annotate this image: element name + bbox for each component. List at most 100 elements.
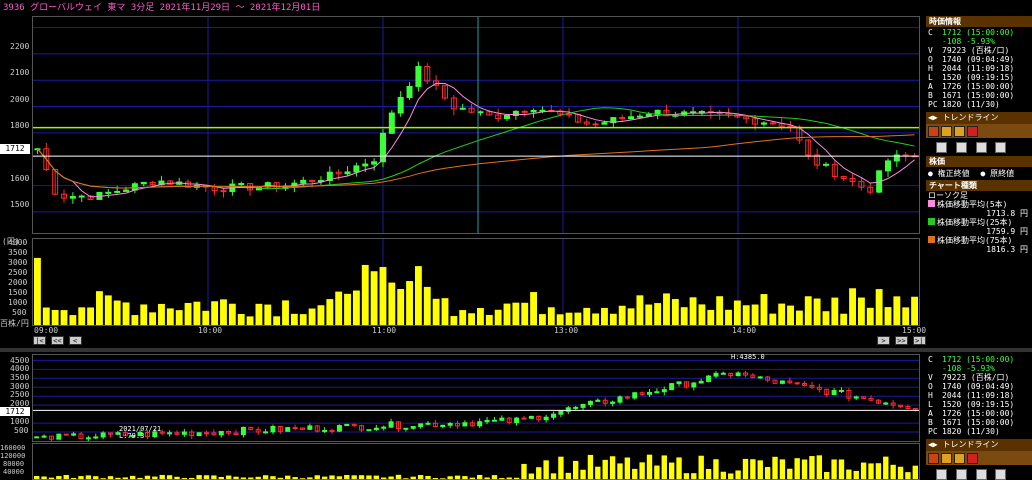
lt-candle-body: [329, 429, 335, 432]
lt-candle-body: [34, 436, 40, 439]
candle-body: [78, 195, 85, 198]
lt-volume-bar: [329, 475, 335, 479]
volume-bar: [477, 307, 484, 325]
volume-bar: [113, 300, 121, 325]
volume-bar: [459, 310, 467, 325]
lt-volume-bar: [558, 456, 564, 479]
volume-bar: [158, 303, 165, 325]
longterm-y-axis: 4500 4000 3500 3000 2500 2000 1712 1000 …: [0, 354, 30, 442]
ma5-row[interactable]: 株価移動平均(5本): [928, 200, 1032, 209]
nav-last-button[interactable]: >|: [912, 336, 926, 345]
trendline2-parallel-icon[interactable]: [941, 452, 952, 464]
lt-candle-body: [551, 413, 557, 418]
y-tick-2200: 2200: [10, 42, 30, 51]
trendline2-fib-icon[interactable]: [954, 452, 965, 464]
lt-candle-body: [263, 431, 269, 434]
lt-volume-bar: [270, 476, 276, 479]
lt-volume-bar: [277, 477, 284, 479]
radio-original[interactable]: ● 原終値: [980, 169, 1014, 178]
volume-chart-svg: [34, 239, 918, 325]
candle-body: [459, 107, 466, 110]
lt-volume-bar: [336, 476, 343, 479]
candle-body: [521, 110, 528, 113]
clear2-tool-icon[interactable]: [995, 469, 1007, 480]
lt-candle-body: [410, 426, 416, 429]
candle-label[interactable]: ローソク足: [926, 191, 1032, 200]
nav-prev-page-button[interactable]: <<: [50, 336, 64, 345]
pane-splitter[interactable]: [0, 348, 1032, 352]
nav-next-page-button[interactable]: >>: [894, 336, 908, 345]
longterm-volume-chart[interactable]: [32, 443, 920, 480]
volume-bar: [822, 311, 830, 325]
lt-volume-bar: [735, 470, 741, 479]
volume-bar: [866, 307, 874, 325]
lt-candle-body: [285, 427, 291, 432]
lt-candle-body: [595, 399, 601, 402]
trendline-fib-icon[interactable]: [954, 125, 965, 137]
lt-volume-bar: [595, 466, 601, 479]
volume-bar: [122, 302, 130, 325]
candle-body: [601, 122, 608, 125]
lt-candle-body: [100, 432, 106, 438]
cursor-tool-icon[interactable]: [936, 142, 947, 153]
ma75-row[interactable]: 株価移動平均(75本): [928, 236, 1032, 245]
volume-bar: [645, 304, 653, 325]
cursor2-tool-icon[interactable]: [936, 469, 947, 480]
edit2-tool-icon[interactable]: [975, 469, 987, 480]
trendline-header[interactable]: ◀▶ トレンドライン: [926, 112, 1032, 124]
lt-volume-bar: [454, 475, 461, 479]
ltv-tick-160000: 160000: [0, 444, 26, 452]
lt-volume-bar: [189, 477, 195, 479]
lt-candle-body: [425, 422, 431, 425]
lt-candle-body: [477, 421, 483, 427]
lt-volume-bar: [602, 459, 608, 479]
trendline2-delete-icon[interactable]: [967, 452, 978, 464]
y-tick-1500: 1500: [10, 200, 30, 209]
price-chart[interactable]: [32, 16, 920, 234]
save2-tool-icon[interactable]: [955, 469, 967, 480]
trendline-delete-icon[interactable]: [967, 125, 978, 137]
lt-candle-body: [204, 432, 210, 435]
nav-first-button[interactable]: |<: [33, 336, 46, 345]
lt-tick-2500: 2500: [10, 390, 30, 399]
lt-volume-bar: [491, 475, 498, 479]
ma25-value: 1759.9 円: [986, 227, 1028, 236]
time-label-1300: 13:00: [554, 326, 579, 335]
lt-volume-bar: [897, 466, 904, 479]
lt-volume-bar: [395, 474, 402, 479]
longterm-chart[interactable]: H:4385.0 2021/07/21 L:79.3: [32, 353, 920, 442]
nav-next-button[interactable]: >: [877, 336, 890, 345]
save-tool-icon[interactable]: [955, 142, 967, 153]
lt-candle-body: [491, 419, 497, 422]
lt-candle-body: [499, 417, 505, 421]
lt-volume-bar: [506, 477, 512, 479]
price-y-axis: 2200 2100 2000 1900 1800 1712 1600 1500: [0, 16, 30, 234]
nav-prev-button[interactable]: <: [68, 336, 82, 345]
lt-volume-bar: [683, 473, 690, 479]
lt-volume-bar: [905, 472, 911, 479]
lt-candle-body: [779, 380, 785, 384]
volume-bar: [344, 293, 351, 325]
ma25-row[interactable]: 株価移動平均(25本): [928, 218, 1032, 227]
radio-adjusted[interactable]: ● 権正終値: [928, 169, 970, 178]
lt-volume-bar: [794, 458, 800, 479]
lt-volume-bar: [366, 475, 372, 479]
lt-volume-bar: [469, 477, 475, 479]
trendline2-draw-icon[interactable]: [928, 452, 939, 464]
volume-bar: [911, 296, 918, 325]
volume-bar: [388, 282, 396, 325]
lt-volume-bar: [403, 478, 409, 479]
candle-body: [362, 163, 369, 167]
lt-volume-bar: [240, 477, 247, 479]
vol-tick-500: 500: [12, 308, 27, 317]
volume-bar: [884, 307, 892, 325]
lt-volume-bar: [654, 465, 660, 479]
trendline-draw-icon[interactable]: [928, 125, 939, 137]
trendline-parallel-icon[interactable]: [941, 125, 952, 137]
trendline2-header[interactable]: ◀▶ トレンドライン: [926, 439, 1032, 451]
edit-tool-icon[interactable]: [975, 142, 987, 153]
volume-chart[interactable]: [32, 238, 920, 326]
clear-tool-icon[interactable]: [995, 142, 1007, 153]
volume-bar: [406, 281, 413, 325]
lt-volume-bar: [225, 475, 232, 479]
